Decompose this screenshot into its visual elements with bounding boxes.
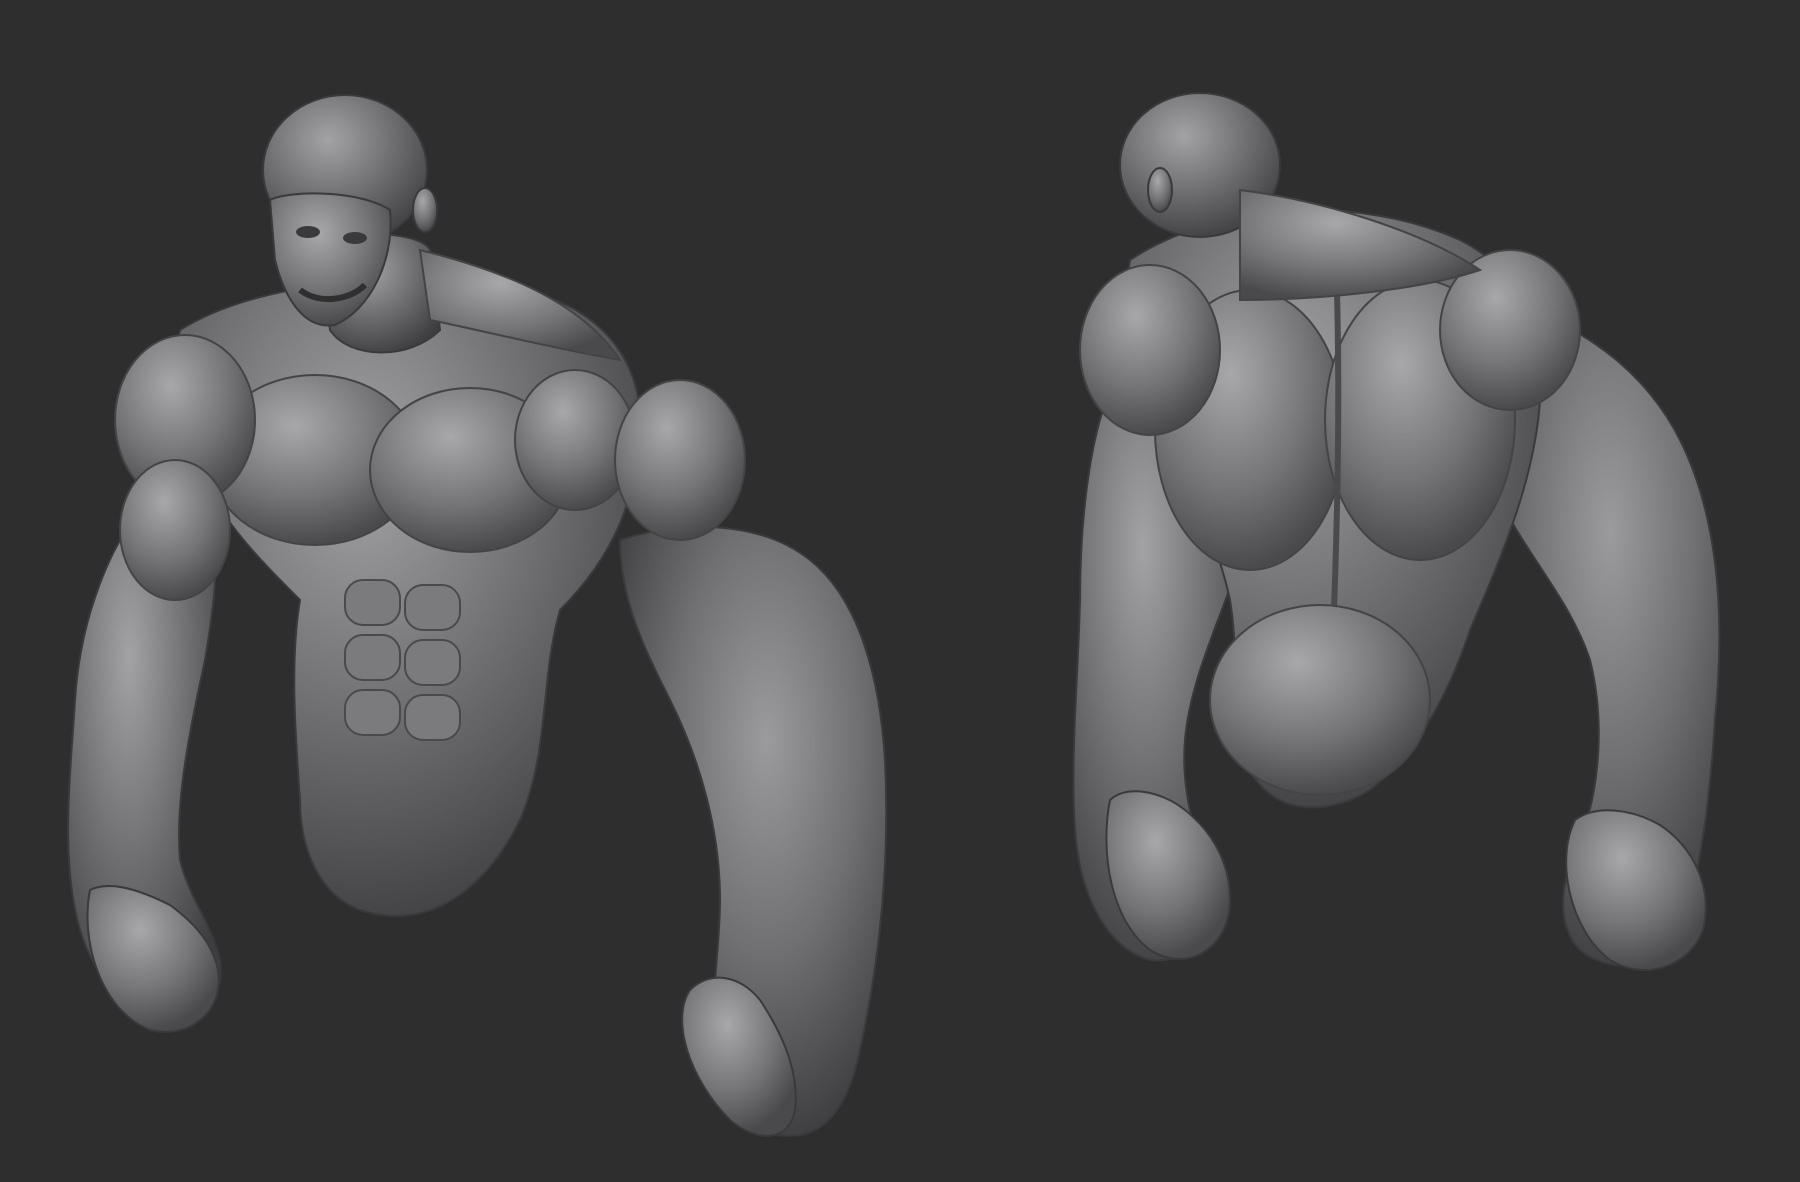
back-left-shoulder bbox=[1079, 264, 1221, 436]
front-left-deltoid-lower bbox=[119, 459, 231, 601]
front-view-figure bbox=[67, 94, 888, 1137]
sculpt-canvas bbox=[67, 92, 1721, 1137]
front-right-deltoid-outer bbox=[614, 379, 746, 541]
front-ear bbox=[412, 187, 438, 233]
back-view-figure bbox=[1072, 92, 1721, 971]
front-eye-left bbox=[296, 226, 320, 238]
sculpt-viewport bbox=[0, 0, 1800, 1182]
back-ear bbox=[1147, 167, 1173, 213]
back-lower-mass bbox=[1209, 604, 1431, 796]
front-eye-right bbox=[343, 232, 367, 244]
